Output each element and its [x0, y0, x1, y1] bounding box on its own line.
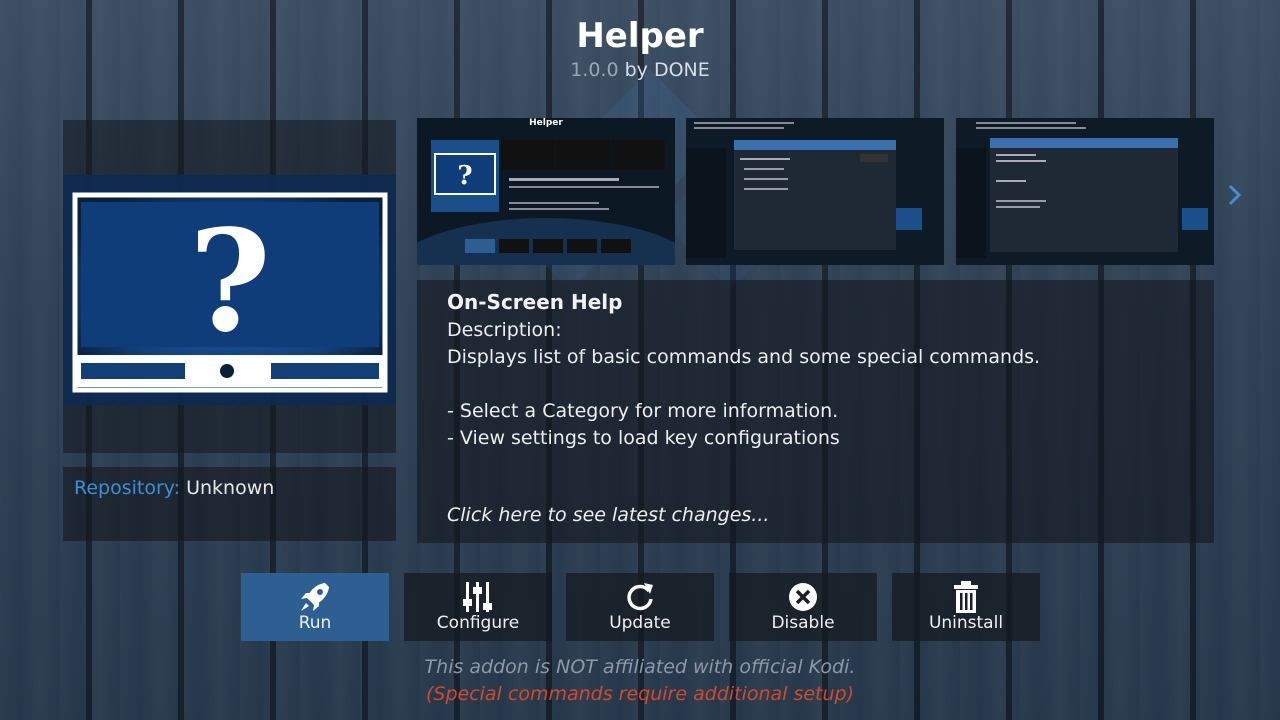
screenshot-1-title: Helper [529, 118, 563, 128]
sliders-icon [463, 582, 492, 612]
update-button[interactable]: Update [566, 573, 714, 641]
addon-version: 1.0.0 [570, 59, 619, 81]
setup-warning-text: (Special commands require additional set… [425, 683, 855, 705]
svg-text:?: ? [457, 161, 472, 191]
repository-value: Unknown [186, 477, 275, 499]
disable-label: Disable [771, 613, 835, 633]
addon-subtitle: 1.0.0 by DONE [0, 58, 1280, 82]
svg-text:?: ? [189, 200, 271, 364]
configure-label: Configure [436, 613, 520, 633]
uninstall-button[interactable]: Uninstall [892, 573, 1040, 641]
disable-x-icon [789, 583, 817, 611]
help-monitor-icon: ? [63, 175, 396, 405]
addon-header: Helper 1.0.0 by DONE [0, 14, 1280, 82]
changelog-link[interactable]: Click here to see latest changes... [447, 504, 769, 526]
screenshot-3[interactable] [956, 118, 1214, 265]
disable-button[interactable]: Disable [729, 573, 877, 641]
trash-icon [954, 581, 978, 613]
configure-button[interactable]: Configure [404, 573, 552, 641]
description-body: Description: Displays list of basic comm… [447, 319, 1041, 449]
description-title: On-Screen Help [447, 290, 623, 314]
rocket-icon [301, 583, 329, 611]
repository-panel: Repository: Unknown [63, 467, 396, 541]
addon-author: by DONE [624, 59, 710, 81]
uninstall-label: Uninstall [928, 613, 1004, 633]
update-label: Update [609, 613, 671, 633]
addon-title: Helper [576, 16, 704, 56]
description-panel: On-Screen Help Description: Displays lis… [417, 280, 1214, 543]
screenshot-1[interactable]: ? Helper [417, 118, 675, 265]
screenshot-2[interactable] [686, 118, 944, 265]
addon-icon-panel: ? [63, 120, 396, 453]
disclaimer-text: This addon is NOT affiliated with offici… [424, 656, 856, 678]
run-label: Run [298, 613, 332, 633]
repository-label: Repository: [74, 477, 181, 499]
run-button[interactable]: Run [241, 573, 389, 641]
refresh-icon [627, 583, 653, 611]
chevron-right-icon[interactable] [1225, 180, 1245, 210]
